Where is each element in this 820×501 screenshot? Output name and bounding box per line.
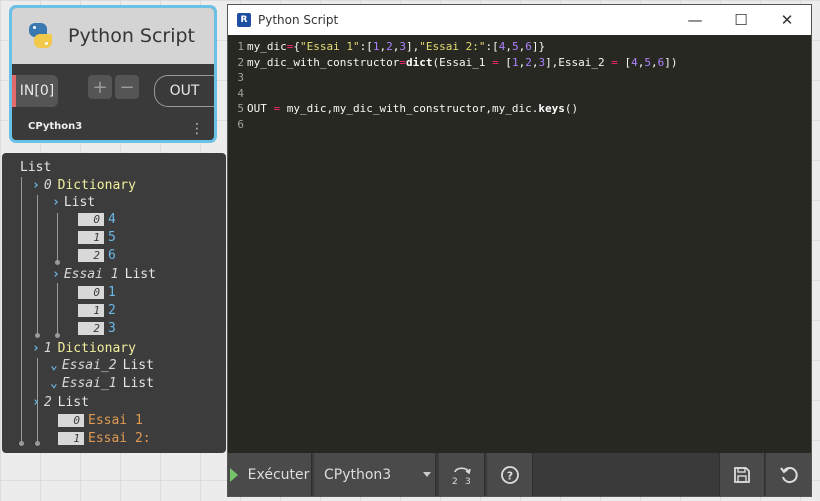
tree-item-dict-0[interactable]: › 0 Dictionary [32, 177, 136, 194]
chevron-right-icon[interactable]: › [32, 395, 40, 410]
tree-guide-dot [35, 441, 40, 446]
tree-value-row: 04 [78, 211, 116, 228]
tree-guide-line [37, 195, 38, 335]
help-button[interactable]: ? [487, 453, 533, 496]
engine-select[interactable]: CPython3 [314, 453, 436, 496]
node-menu-icon[interactable]: ⋮ [190, 122, 204, 136]
python-logo-icon [26, 22, 54, 50]
line-number-gutter: 1 2 3 4 5 6 [237, 40, 244, 131]
tree-value-row: 01 [78, 284, 116, 301]
tree-value-row: 15 [78, 229, 116, 246]
run-button[interactable]: Exécuter [228, 453, 312, 496]
tree-item-dict-1[interactable]: › 1 Dictionary [32, 340, 136, 357]
tree-value-row: 0 Essai 1 [58, 412, 143, 429]
node-title: Python Script [68, 25, 196, 47]
code-editor[interactable]: 1 2 3 4 5 6 my_dic={"Essai 1":[1,2,3],"E… [228, 35, 811, 453]
revert-icon [779, 466, 798, 483]
svg-text:2: 2 [452, 477, 458, 486]
input-port-in0[interactable]: IN[0] [12, 75, 58, 107]
tree-item-essai1[interactable]: › Essai 1 List [52, 266, 156, 283]
chevron-right-icon[interactable]: › [52, 195, 60, 210]
add-input-button[interactable]: + [88, 75, 112, 99]
chevron-right-icon[interactable]: › [32, 178, 40, 193]
code-text[interactable]: my_dic={"Essai 1":[1,2,3],"Essai 2:":[4,… [247, 39, 678, 132]
python-script-window[interactable]: R Python Script — ☐ ✕ 1 2 3 4 5 6 my_dic… [227, 4, 812, 497]
tree-guide-line [57, 213, 58, 263]
tree-guide-dot [35, 333, 40, 338]
tree-item-list[interactable]: › List [52, 194, 95, 211]
node-preview-tree[interactable]: List › 0 Dictionary › List 04 15 26 › Essai … [2, 153, 226, 453]
code-line: OUT = my_dic,my_dic_with_constructor,my_… [247, 102, 579, 115]
revit-app-icon: R [237, 13, 251, 27]
tree-guide-dot [19, 441, 24, 446]
tree-guide-dot [55, 333, 60, 338]
migrate-2to3-button[interactable]: 2 3 [439, 453, 485, 496]
window-title: Python Script [258, 13, 339, 27]
convert-icon: 2 3 [452, 466, 471, 486]
tree-value-row: 23 [78, 320, 116, 337]
revert-button[interactable] [766, 453, 811, 496]
run-button-label: Exécuter [247, 466, 310, 483]
remove-input-button[interactable]: − [115, 75, 139, 99]
chevron-right-icon[interactable]: › [32, 341, 40, 356]
chevron-down-icon[interactable]: ⌄ [50, 376, 58, 391]
caret-down-icon [423, 472, 432, 477]
engine-select-value: CPython3 [324, 466, 392, 483]
tree-item-essai2[interactable]: ⌄ Essai_2 List [50, 357, 154, 374]
output-port-out[interactable]: OUT [154, 75, 214, 107]
window-titlebar[interactable]: R Python Script — ☐ ✕ [228, 5, 811, 35]
minimize-button[interactable]: — [672, 5, 718, 35]
node-header[interactable]: Python Script [12, 8, 214, 64]
play-icon [229, 467, 238, 482]
chevron-right-icon[interactable]: › [52, 267, 60, 282]
tree-guide-dot [55, 260, 60, 265]
tree-guide-line [57, 283, 58, 335]
tree-guide-line [21, 177, 22, 445]
tree-value-row: 26 [78, 247, 116, 264]
tree-item-list-2[interactable]: › 2 List [32, 394, 89, 411]
code-line: my_dic={"Essai 1":[1,2,3],"Essai 2:":[4,… [247, 40, 546, 53]
svg-text:3: 3 [465, 477, 471, 486]
save-icon [734, 466, 750, 483]
tree-root-label: List [20, 160, 52, 175]
tree-item-essai1-ctor[interactable]: ⌄ Essai_1 List [50, 375, 154, 392]
tree-value-row: 1 Essai 2: [58, 430, 151, 447]
maximize-button[interactable]: ☐ [718, 5, 764, 35]
python-script-node[interactable]: Python Script IN[0] + − OUT CPython3 ⋮ [9, 5, 217, 143]
chevron-down-icon[interactable]: ⌄ [50, 358, 58, 373]
close-button[interactable]: ✕ [764, 5, 810, 35]
save-button[interactable] [719, 453, 765, 496]
node-engine-label: CPython3 [28, 121, 83, 132]
editor-toolbar: Exécuter CPython3 2 3 ? [228, 453, 811, 496]
svg-text:?: ? [506, 469, 512, 482]
help-icon: ? [500, 465, 519, 484]
code-line: my_dic_with_constructor=dict(Essai_1 = [… [247, 55, 678, 69]
tree-value-row: 12 [78, 302, 116, 319]
